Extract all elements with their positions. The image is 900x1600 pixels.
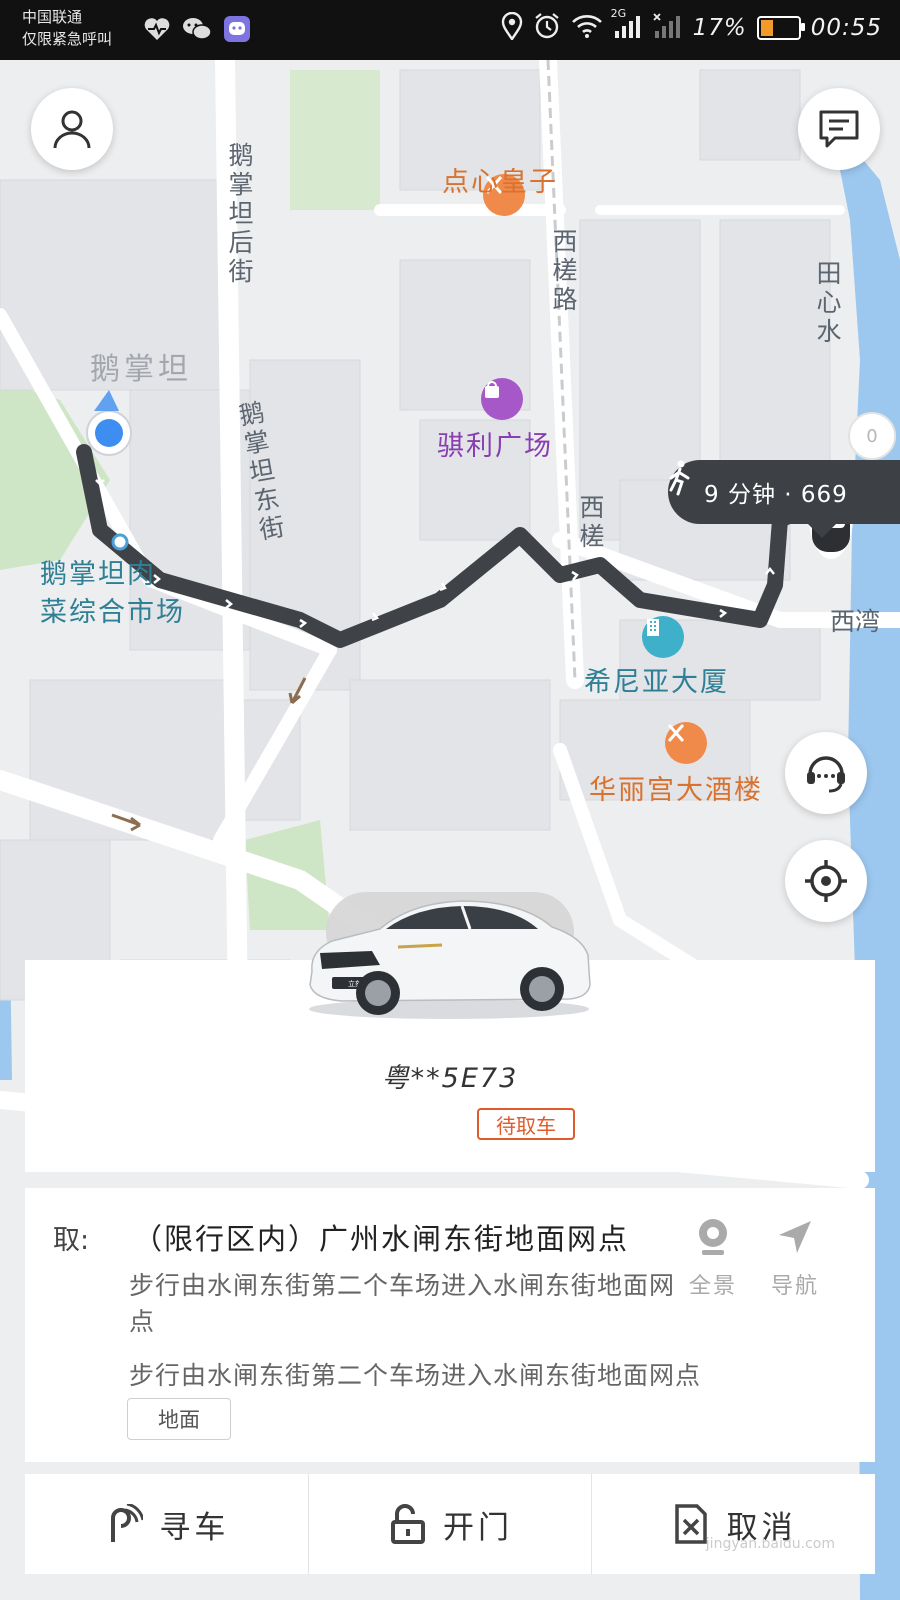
battery-icon xyxy=(756,16,805,40)
pickup-direction-text-2: 步行由水闸东街第二个车场进入水闸东街地面网点 xyxy=(129,1361,702,1390)
shopping-pin-icon[interactable] xyxy=(481,378,523,420)
clock: 00:55 xyxy=(810,15,882,41)
carrier-name: 中国联通 xyxy=(22,8,83,26)
walk-time-text: 9 分钟 · 669 xyxy=(704,482,848,508)
poi-label-dianxin[interactable]: 点心皇子 xyxy=(442,160,558,199)
notification-icons xyxy=(142,14,252,44)
crosshair-icon xyxy=(805,860,847,902)
park-area-north xyxy=(290,70,380,210)
customer-service-button[interactable] xyxy=(785,732,867,814)
battery-percentage: 17% xyxy=(692,15,747,41)
poi-label-xinia[interactable]: 希尼亚大厦 xyxy=(584,660,729,699)
message-icon xyxy=(819,110,859,148)
market-dot xyxy=(111,533,129,551)
location-icon xyxy=(501,11,523,44)
road-label-ezhangtan-hou: 鹅掌坦后街 xyxy=(225,142,254,287)
panorama-label: 全景 xyxy=(688,1274,737,1299)
restaurant-pin-icon-2[interactable] xyxy=(665,722,707,764)
locate-me-button[interactable] xyxy=(785,840,867,922)
signal-2g-icon: 2G xyxy=(611,7,643,43)
network-type-label: 2G xyxy=(610,7,627,20)
road-label-xicha-2: 西槎 xyxy=(576,494,605,552)
wifi-icon xyxy=(571,13,603,43)
navigate-label: 导航 xyxy=(770,1274,819,1299)
health-icon xyxy=(142,14,172,44)
alarm-icon xyxy=(533,12,561,44)
area-label: 鹅掌坦 xyxy=(90,352,192,387)
cancel-order-button[interactable]: 取消 xyxy=(591,1474,875,1574)
poi-label-market[interactable]: 鹅掌坦肉 菜综合市场 xyxy=(40,556,185,632)
status-bar: 中国联通 仅限紧急呼叫 2G 17% 00:55 xyxy=(0,0,900,60)
chat-app-icon xyxy=(222,14,252,44)
navigation-arrow-icon xyxy=(755,1216,835,1258)
count-badge: 0 xyxy=(848,412,896,460)
heading-indicator xyxy=(94,390,119,411)
signal-none-icon xyxy=(652,13,683,43)
system-indicators: 2G 17% 00:55 xyxy=(501,7,882,44)
poi-label-huali[interactable]: 华丽宫大酒楼 xyxy=(589,768,763,807)
poi-label-qili[interactable]: 骐利广场 xyxy=(437,424,553,463)
unlock-door-label: 开门 xyxy=(443,1509,513,1546)
road-label-xicha: 西槎路 xyxy=(549,228,578,315)
pickup-label: 取: xyxy=(53,1225,90,1256)
messages-button[interactable] xyxy=(798,88,880,170)
unlock-door-button[interactable]: 开门 xyxy=(307,1474,592,1574)
floor-tag: 地面 xyxy=(127,1398,231,1440)
find-car-label: 寻车 xyxy=(159,1509,230,1546)
cancel-document-icon xyxy=(674,1504,707,1544)
pickup-station-name: （限行区内）广州水闸东街地面网点 xyxy=(133,1222,630,1256)
headset-icon xyxy=(807,756,845,793)
wechat-icon xyxy=(182,14,212,44)
user-icon xyxy=(53,110,91,149)
pickup-direction-text: 步行由水闸东街第二个车场进入水闸东街地面网点 xyxy=(129,1271,676,1336)
walk-time-bubble: 9 分钟 · 669 xyxy=(668,460,900,538)
carrier-info: 中国联通 仅限紧急呼叫 xyxy=(22,6,112,50)
road-label-xiwan: 西湾 xyxy=(830,607,881,636)
pickup-location-card: 取: （限行区内）广州水闸东街地面网点 步行由水闸东街第二个车场进入水闸东街地面… xyxy=(25,1188,875,1462)
camera-icon xyxy=(673,1216,753,1258)
building-pin-icon[interactable] xyxy=(642,616,684,658)
watermark: jingyan.baidu.com xyxy=(705,1536,835,1552)
honk-signal-icon xyxy=(111,1504,144,1542)
navigate-button[interactable]: 导航 xyxy=(755,1216,835,1300)
car-photo: 立刻出行 xyxy=(302,893,596,1025)
bottom-action-bar: 寻车 开门 取消 jingyan.baidu.com xyxy=(25,1474,875,1574)
panorama-button[interactable]: 全景 xyxy=(673,1216,753,1300)
emergency-only-label: 仅限紧急呼叫 xyxy=(22,30,113,48)
road-label-tianxin: 田心水 xyxy=(813,260,842,347)
status-badge: 待取车 xyxy=(477,1108,575,1140)
profile-button[interactable] xyxy=(31,88,113,170)
license-plate: 粤**5E73 xyxy=(381,1063,519,1094)
unlock-icon xyxy=(391,1504,425,1544)
find-car-button[interactable]: 寻车 xyxy=(25,1474,308,1574)
